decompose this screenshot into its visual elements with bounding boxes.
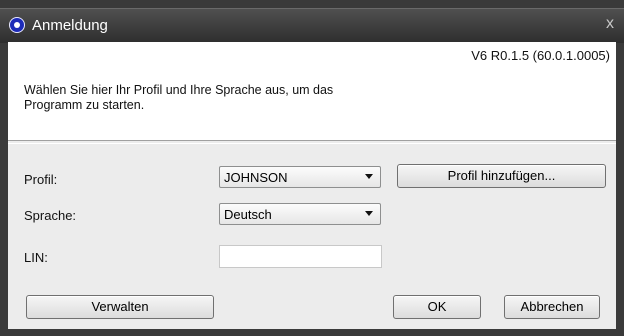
cancel-button[interactable]: Abbrechen	[504, 295, 600, 319]
lin-label: LIN:	[24, 250, 48, 265]
app-logo-icon	[9, 17, 25, 33]
version-label: V6 R0.1.5 (60.0.1.0005)	[471, 48, 610, 63]
dialog-body: V6 R0.1.5 (60.0.1.0005) Wählen Sie hier …	[8, 42, 616, 329]
manage-button[interactable]: Verwalten	[26, 295, 214, 319]
language-select[interactable]: Deutsch	[219, 203, 381, 225]
language-label: Sprache:	[24, 208, 77, 223]
header-panel: V6 R0.1.5 (60.0.1.0005) Wählen Sie hier …	[8, 42, 616, 140]
separator	[8, 140, 616, 144]
profile-select[interactable]: JOHNSON	[219, 166, 381, 188]
add-profile-button[interactable]: Profil hinzufügen...	[397, 164, 606, 188]
language-value: Deutsch	[224, 207, 272, 222]
ok-button[interactable]: OK	[393, 295, 481, 319]
lin-input[interactable]	[219, 245, 382, 268]
title-bar: Anmeldung x	[0, 8, 624, 43]
window-title: Anmeldung	[32, 17, 108, 34]
chevron-down-icon	[365, 174, 373, 179]
profile-label: Profil:	[24, 172, 58, 187]
intro-text: Wählen Sie hier Ihr Profil und Ihre Spra…	[24, 83, 334, 112]
login-dialog: Anmeldung x V6 R0.1.5 (60.0.1.0005) Wähl…	[0, 0, 624, 336]
close-icon[interactable]: x	[606, 15, 614, 33]
chevron-down-icon	[365, 211, 373, 216]
profile-value: JOHNSON	[224, 170, 288, 185]
